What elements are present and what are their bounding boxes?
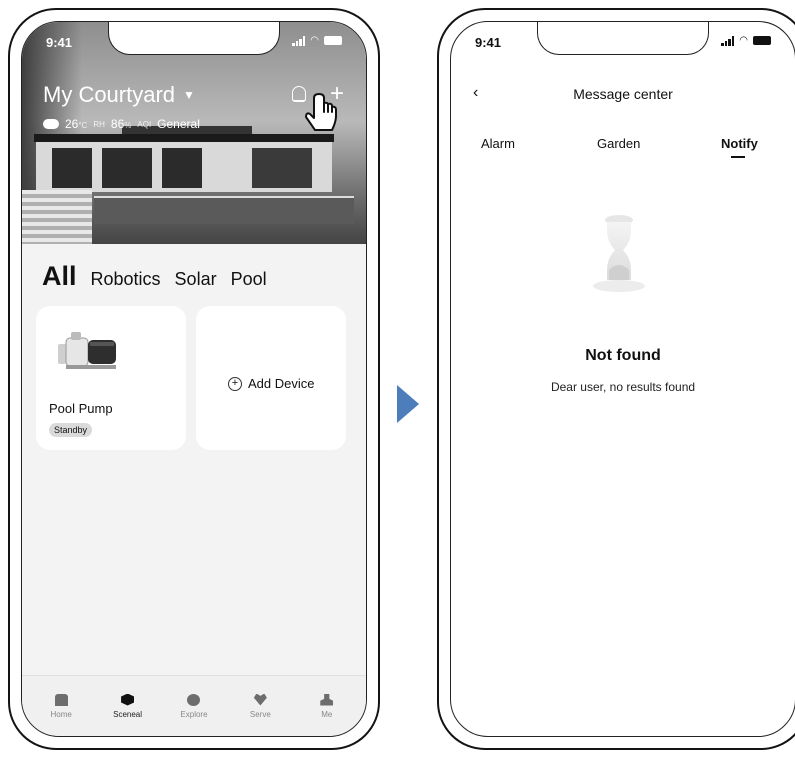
- status-icons: ◠: [292, 35, 342, 46]
- status-time: 9:41: [46, 35, 73, 50]
- notch: [537, 22, 709, 55]
- aqi-label: AQI: [137, 119, 152, 129]
- wifi-icon: ◠: [739, 35, 748, 46]
- add-device-label: Add Device: [248, 376, 315, 391]
- scene-icon: [121, 693, 135, 706]
- status-time: 9:41: [475, 35, 502, 50]
- page-title: Message center: [573, 86, 673, 102]
- device-card-pool-pump[interactable]: Pool Pump Standby: [36, 306, 186, 450]
- nav-home[interactable]: Home: [33, 676, 89, 736]
- empty-state-subtitle: Dear user, no results found: [550, 380, 696, 394]
- category-tabs: All Robotics Solar Pool: [42, 261, 267, 292]
- explore-icon: [187, 693, 201, 706]
- device-name: Pool Pump: [49, 401, 113, 416]
- page-title: My Courtyard: [43, 82, 176, 107]
- chevron-down-icon: ▼: [183, 88, 195, 102]
- left-screen: 9:41 ◠ My Courtyard ▼ 26°C RH 86% AQI Ge…: [21, 21, 367, 737]
- notch: [108, 22, 280, 55]
- user-icon: [320, 693, 334, 706]
- hourglass-icon: [593, 215, 645, 292]
- wifi-icon: ◠: [310, 35, 319, 46]
- tab-solar[interactable]: Solar: [175, 269, 217, 290]
- courtyard-selector[interactable]: My Courtyard ▼: [43, 82, 195, 108]
- status-icons: ◠: [721, 35, 771, 46]
- nav-serve[interactable]: Serve: [232, 676, 288, 736]
- left-phone-frame: 9:41 ◠ My Courtyard ▼ 26°C RH 86% AQI Ge…: [8, 8, 380, 750]
- signal-icon: [721, 35, 735, 46]
- cloud-icon: [43, 119, 59, 129]
- tab-all[interactable]: All: [42, 261, 77, 292]
- battery-icon: [324, 36, 342, 45]
- temperature: 26: [65, 117, 79, 131]
- aqi-value: General: [157, 117, 200, 131]
- weather-bar: 26°C RH 86% AQI General: [43, 117, 200, 131]
- hand-pointer-icon: [305, 93, 337, 131]
- humidity: 86: [110, 117, 125, 131]
- heart-icon: [253, 693, 267, 706]
- device-area: All Robotics Solar Pool Pool Pump Standb…: [22, 244, 366, 676]
- add-device-card[interactable]: + Add Device: [196, 306, 346, 450]
- tab-notify[interactable]: Notify: [721, 136, 758, 151]
- nav-explore[interactable]: Explore: [166, 676, 222, 736]
- battery-icon: [753, 36, 771, 45]
- status-badge: Standby: [49, 423, 93, 437]
- plus-circle-icon: +: [228, 376, 242, 391]
- tab-alarm[interactable]: Alarm: [481, 136, 515, 151]
- empty-state-title: Not found: [585, 347, 661, 364]
- transition-arrow-icon: [397, 385, 419, 423]
- right-phone-frame: 9:41 ◠ ‹ Message center Alarm Garden Not…: [437, 8, 795, 750]
- pool-pump-image: [58, 332, 116, 369]
- active-tab-indicator: [731, 156, 745, 158]
- nav-sceneal[interactable]: Sceneal: [100, 676, 156, 736]
- tab-robotics[interactable]: Robotics: [91, 269, 161, 290]
- bottom-nav: Home Sceneal Explore Serve Me: [22, 675, 366, 736]
- signal-icon: [292, 35, 306, 46]
- rh-label: RH: [93, 119, 105, 129]
- nav-me[interactable]: Me: [299, 676, 355, 736]
- home-icon: [54, 693, 68, 706]
- right-screen: 9:41 ◠ ‹ Message center Alarm Garden Not…: [450, 21, 795, 737]
- tab-pool[interactable]: Pool: [231, 269, 267, 290]
- tab-garden[interactable]: Garden: [597, 136, 640, 151]
